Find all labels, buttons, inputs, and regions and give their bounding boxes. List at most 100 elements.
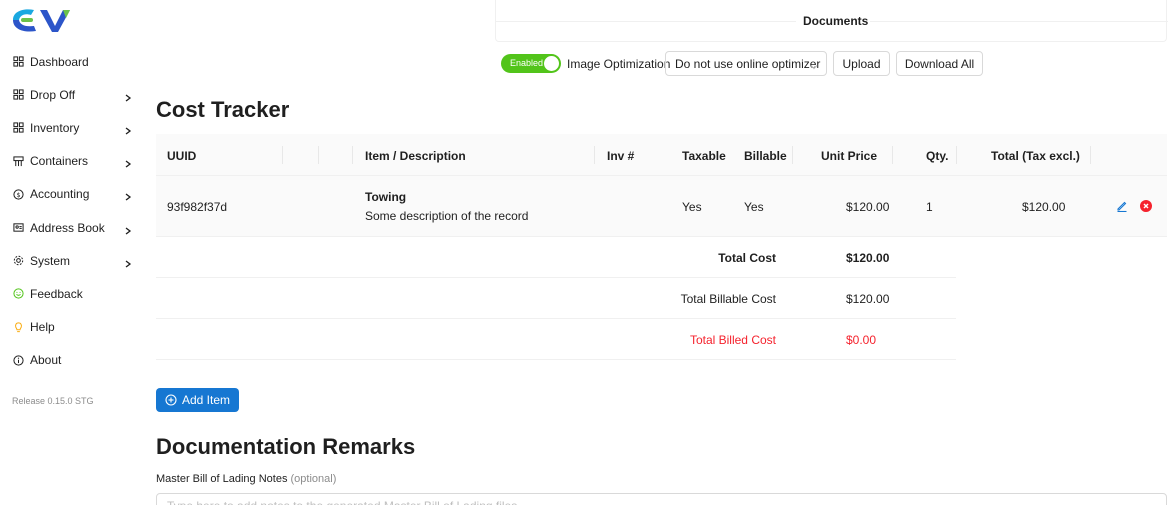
sidebar-item-feedback[interactable]: Feedback: [0, 277, 148, 310]
upload-button[interactable]: Upload: [833, 51, 890, 76]
column-separator: [892, 146, 893, 164]
divider: [496, 21, 796, 22]
sidebar-item-label: Dashboard: [30, 54, 89, 69]
column-separator: [956, 146, 957, 164]
summary-total-billed-cost: Total Billed Cost $0.00: [156, 319, 956, 360]
grid-icon: [12, 56, 24, 68]
summary-value: $0.00: [846, 333, 877, 347]
switch-label: Enabled: [510, 58, 544, 68]
column-header-unit-price[interactable]: Unit Price: [821, 149, 877, 163]
column-separator: [352, 146, 353, 164]
chevron-right-icon: [124, 124, 132, 135]
divider: [868, 21, 1168, 22]
summary-value: $120.00: [846, 292, 890, 306]
sidebar-item-label: About: [30, 353, 62, 368]
column-header-uuid[interactable]: UUID: [167, 149, 196, 163]
column-header-taxable[interactable]: Taxable: [682, 149, 726, 163]
chevron-down-icon: [810, 60, 818, 70]
sidebar-item-system[interactable]: System: [0, 244, 148, 277]
svg-text:$: $: [16, 191, 20, 199]
sidebar-item-about[interactable]: About: [0, 344, 148, 377]
column-separator: [594, 146, 595, 164]
sidebar-item-accounting[interactable]: $ Accounting: [0, 178, 148, 211]
summary-value: $120.00: [846, 251, 890, 265]
sidebar-item-drop-off[interactable]: Drop Off: [0, 78, 148, 111]
release-version: Release 0.15.0 STG: [12, 396, 94, 406]
column-header-total[interactable]: Total (Tax excl.): [991, 149, 1080, 163]
dollar-icon: $: [12, 188, 24, 200]
row-billable: Yes: [744, 200, 764, 214]
delete-icon[interactable]: [1140, 200, 1152, 212]
column-header-billable[interactable]: Billable: [744, 149, 787, 163]
sidebar-item-label: Drop Off: [30, 87, 76, 102]
sidebar-item-inventory[interactable]: Inventory: [0, 111, 148, 144]
switch-knob: [544, 56, 559, 71]
chevron-right-icon: [124, 190, 132, 201]
sidebar-item-label: Help: [30, 320, 55, 335]
sidebar-item-label: System: [30, 253, 71, 268]
documents-card: Documents: [495, 0, 1168, 42]
summary-label: Total Cost: [718, 251, 776, 265]
optional-hint: (optional): [290, 473, 337, 485]
row-unit-price: $120.00: [846, 200, 890, 214]
image-optimization-label: Image Optimization: [567, 57, 671, 71]
table-row[interactable]: 93f982f37d Towing Some description of th…: [156, 176, 1167, 237]
chevron-right-icon: [124, 257, 132, 268]
grid-icon: [12, 122, 24, 134]
sidebar-nav: Dashboard Drop Off Inventory Containers …: [0, 45, 148, 377]
chevron-right-icon: [124, 224, 132, 235]
image-optimization-switch[interactable]: Enabled: [501, 54, 561, 73]
cost-table-header: UUID Item / Description Inv # Taxable Bi…: [156, 134, 1167, 176]
ev-logo[interactable]: [10, 6, 76, 34]
row-description: Some description of the record: [365, 209, 529, 223]
documentation-remarks-title: Documentation Remarks: [156, 434, 416, 459]
sidebar-item-help[interactable]: Help: [0, 311, 148, 344]
column-header-qty[interactable]: Qty.: [926, 149, 948, 163]
chevron-right-icon: [124, 157, 132, 168]
contact-card-icon: [12, 222, 24, 234]
column-header-item[interactable]: Item / Description: [365, 149, 466, 163]
column-header-inv[interactable]: Inv #: [607, 149, 634, 163]
optimizer-select-value: Do not use online optimizer: [675, 57, 821, 71]
mbl-notes-input[interactable]: [156, 493, 1167, 505]
smile-icon: [12, 288, 24, 300]
column-separator: [1090, 146, 1091, 164]
edit-icon[interactable]: [1116, 200, 1128, 213]
summary-label: Total Billable Cost: [680, 292, 776, 306]
column-separator: [318, 146, 319, 164]
documents-title: Documents: [801, 14, 871, 28]
container-icon: [12, 155, 24, 167]
sidebar-item-label: Inventory: [30, 120, 80, 135]
mbl-notes-label: Master Bill of Lading Notes (optional): [156, 473, 336, 485]
sidebar: Dashboard Drop Off Inventory Containers …: [0, 0, 148, 505]
summary-total-cost: Total Cost $120.00: [156, 237, 956, 278]
row-uuid: 93f982f37d: [167, 200, 228, 214]
add-item-button[interactable]: Add Item: [156, 388, 239, 412]
mbl-notes-label-text: Master Bill of Lading Notes: [156, 473, 288, 485]
row-taxable: Yes: [682, 200, 702, 214]
plus-circle-icon: [165, 394, 177, 406]
sidebar-item-label: Containers: [30, 154, 89, 169]
column-separator: [792, 146, 793, 164]
optimizer-select[interactable]: Do not use online optimizer: [665, 51, 827, 76]
add-item-label: Add Item: [181, 393, 231, 407]
info-icon: [12, 354, 24, 366]
sidebar-item-containers[interactable]: Containers: [0, 145, 148, 178]
chevron-right-icon: [124, 91, 132, 102]
row-total: $120.00: [1022, 200, 1066, 214]
bulb-icon: [12, 321, 24, 333]
summary-label: Total Billed Cost: [689, 333, 776, 347]
sidebar-item-label: Address Book: [30, 220, 105, 235]
row-item: Towing: [365, 190, 407, 204]
sidebar-item-address-book[interactable]: Address Book: [0, 211, 148, 244]
row-qty: 1: [926, 200, 933, 214]
sidebar-item-dashboard[interactable]: Dashboard: [0, 45, 148, 78]
download-all-button[interactable]: Download All: [896, 51, 983, 76]
summary-total-billable-cost: Total Billable Cost $120.00: [156, 278, 956, 319]
column-separator: [282, 146, 283, 164]
sidebar-item-label: Accounting: [30, 187, 90, 202]
grid-icon: [12, 89, 24, 101]
sidebar-item-label: Feedback: [30, 286, 83, 301]
gear-icon: [12, 255, 24, 267]
cost-tracker-title: Cost Tracker: [156, 97, 290, 122]
